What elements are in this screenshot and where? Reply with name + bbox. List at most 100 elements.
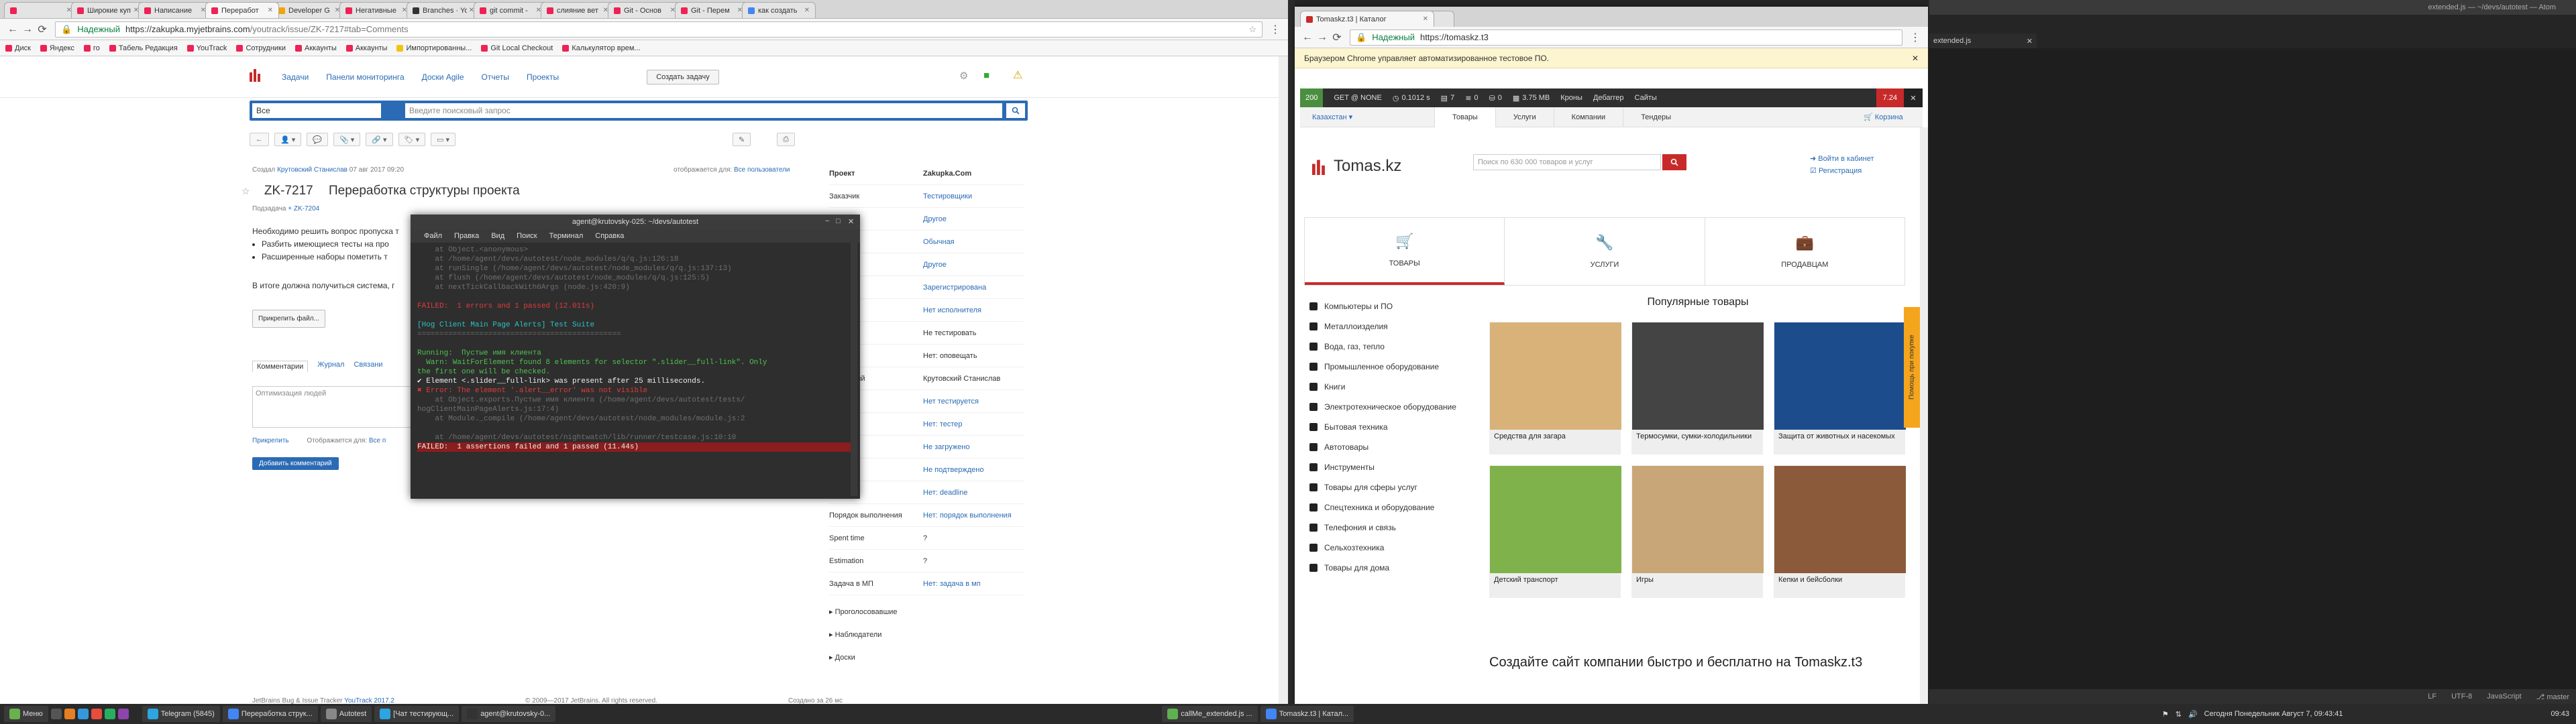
- product-card[interactable]: Кепки и бейсболки: [1774, 465, 1906, 598]
- category-menu-item[interactable]: Компьютеры и ПО: [1304, 296, 1465, 316]
- browser-tab[interactable]: Негативные ✕: [339, 2, 413, 18]
- star-icon[interactable]: ☆: [1248, 24, 1256, 35]
- comment-icon[interactable]: 💬: [307, 133, 328, 146]
- comment-input[interactable]: Оптимизация людей: [252, 386, 413, 428]
- field-value[interactable]: Нет: тестер: [923, 420, 1024, 428]
- user-menu-icon[interactable]: 👤 ▾: [274, 133, 302, 146]
- field-value[interactable]: Нет: deadline: [923, 489, 1024, 497]
- maximize-icon[interactable]: □: [836, 217, 841, 225]
- field-value[interactable]: Тестировщики: [923, 192, 1024, 200]
- product-caption[interactable]: Средства для загара: [1490, 430, 1620, 444]
- nav-dashboards[interactable]: Панели мониторинга: [326, 72, 404, 82]
- volume-icon[interactable]: 🔊: [2188, 710, 2198, 719]
- menu-edit[interactable]: Правка: [454, 232, 479, 240]
- product-image[interactable]: [1632, 322, 1764, 430]
- browser-tab[interactable]: как создать ✕: [742, 2, 816, 18]
- tab-comments[interactable]: Комментарии: [252, 361, 309, 372]
- status-branch[interactable]: ⎇ master: [2536, 692, 2569, 701]
- bookmark[interactable]: Аккаунты: [345, 44, 387, 52]
- nav-issues[interactable]: Задачи: [282, 72, 309, 82]
- browser-tab-active[interactable]: Tomaskz.t3 | Каталог ✕: [1300, 11, 1434, 27]
- tab-journal[interactable]: Журнал: [317, 361, 344, 372]
- scrollbar[interactable]: [1279, 56, 1288, 704]
- help-sidetab[interactable]: Помощь при покупке: [1904, 307, 1920, 428]
- menu-dots-icon[interactable]: ⋮: [1268, 22, 1283, 37]
- status-grammar[interactable]: JavaScript: [2487, 692, 2521, 701]
- youtrack-logo-icon[interactable]: [250, 67, 264, 82]
- field-value[interactable]: ?: [923, 557, 1024, 565]
- bookmark[interactable]: Калькулятор врем...: [562, 44, 641, 52]
- close-icon[interactable]: ✕: [2027, 37, 2033, 46]
- forward-arrow-icon[interactable]: →: [1315, 30, 1330, 45]
- browser-tab[interactable]: Широкие куп ✕: [71, 2, 145, 18]
- site-logo[interactable]: Tomas.kz: [1312, 157, 1401, 176]
- bookmark[interactable]: Диск: [5, 44, 31, 52]
- field-value[interactable]: Нет: порядок выполнения: [923, 511, 1024, 520]
- bookmark[interactable]: Импортированны...: [396, 44, 472, 52]
- meta-author[interactable]: Крутовский Станислав: [277, 166, 347, 174]
- parent-issue-link[interactable]: + ZK-7204: [288, 205, 319, 213]
- bookmark[interactable]: YouTrack: [186, 44, 227, 52]
- more-icon[interactable]: ▭ ▾: [431, 133, 456, 146]
- browser-tab[interactable]: Branches · Yo ✕: [407, 2, 480, 18]
- field-value[interactable]: Нет: задача в мп: [923, 580, 1024, 588]
- add-comment-button[interactable]: Добавить комментарий: [252, 457, 339, 470]
- launcher-icon[interactable]: [77, 709, 89, 719]
- browser-tab[interactable]: ✕: [4, 2, 78, 18]
- browser-tab[interactable]: Написание ✕: [138, 2, 212, 18]
- field-value[interactable]: Нет исполнителя: [923, 306, 1024, 314]
- close-icon[interactable]: ✕: [804, 7, 810, 14]
- task-item[interactable]: Telegram (5845): [142, 706, 220, 722]
- category-menu-item[interactable]: Металлоизделия: [1304, 316, 1465, 337]
- menu-help[interactable]: Справка: [595, 232, 624, 240]
- task-item[interactable]: agent@krutovsky-0...: [462, 706, 556, 722]
- product-caption[interactable]: Защита от животных и насекомых: [1774, 430, 1904, 444]
- editor-tab[interactable]: extended.js ✕: [1929, 34, 2037, 48]
- launcher-icon[interactable]: [91, 709, 102, 719]
- star-icon[interactable]: ☆: [241, 186, 250, 196]
- nav-companies[interactable]: Компании: [1553, 107, 1623, 127]
- category-menu-item[interactable]: Товары для дома: [1304, 558, 1465, 578]
- bookmark[interactable]: Git Local Checkout: [481, 44, 553, 52]
- boards-link[interactable]: ▸ Доски: [829, 646, 898, 669]
- close-icon[interactable]: ✕: [1904, 88, 1923, 107]
- create-issue-button[interactable]: Создать задачу: [647, 70, 719, 84]
- terminal-scrollbar[interactable]: [851, 243, 857, 496]
- tag-icon[interactable]: 🏷 ▾: [398, 133, 426, 146]
- reload-icon[interactable]: ⟳: [35, 22, 50, 37]
- browser-tab[interactable]: Git - Перем ✕: [675, 2, 749, 18]
- back-icon[interactable]: ←: [250, 133, 269, 146]
- category-menu-item[interactable]: Спецтехника и оборудование: [1304, 497, 1465, 518]
- nav-agile[interactable]: Доски Agile: [422, 72, 464, 82]
- attach-file-button[interactable]: Прикрепить файл...: [252, 310, 325, 328]
- nav-projects[interactable]: Проекты: [527, 72, 559, 82]
- browser-tab[interactable]: слияние вет ✕: [541, 2, 614, 18]
- product-image[interactable]: [1490, 466, 1621, 573]
- attach-icon[interactable]: 📎 ▾: [333, 133, 361, 146]
- product-image[interactable]: [1774, 322, 1906, 430]
- category-menu-item[interactable]: Электротехническое оборудование: [1304, 397, 1465, 417]
- status-eol[interactable]: LF: [2428, 692, 2436, 701]
- footer-version-link[interactable]: YouTrack 2017.2: [344, 697, 394, 704]
- start-menu-button[interactable]: Меню: [4, 706, 48, 722]
- scrollbar[interactable]: [1920, 127, 1928, 704]
- cat-goods[interactable]: 🛒 ТОВАРЫ: [1305, 218, 1505, 285]
- debug-link[interactable]: Кроны: [1560, 94, 1582, 102]
- clock[interactable]: Сегодня Понедельник Август 7, 09:43:41: [2204, 710, 2343, 718]
- edit-icon[interactable]: ✎: [733, 133, 751, 146]
- debug-link[interactable]: Сайты: [1635, 94, 1657, 102]
- site-search-button[interactable]: [1662, 154, 1686, 170]
- field-value[interactable]: Нет тестируется: [923, 398, 1024, 406]
- bookmark[interactable]: Табель Редакция: [109, 44, 178, 52]
- product-card[interactable]: Детский транспорт: [1489, 465, 1621, 598]
- network-icon[interactable]: ⇅: [2176, 710, 2182, 719]
- search-input[interactable]: Введите поисковый запрос: [405, 103, 1002, 118]
- city-select[interactable]: Казахстан ▾: [1312, 113, 1352, 121]
- nav-tenders[interactable]: Тендеры: [1623, 107, 1688, 127]
- task-item[interactable]: [Чат тестирующ...: [374, 706, 460, 722]
- status-encoding[interactable]: UTF-8: [2451, 692, 2472, 701]
- site-search-input[interactable]: Поиск по 630 000 товаров и услуг: [1473, 154, 1661, 170]
- warning-icon[interactable]: ⚠: [1013, 68, 1022, 82]
- close-icon[interactable]: ✕: [1423, 15, 1428, 23]
- close-icon[interactable]: ✕: [1912, 54, 1919, 63]
